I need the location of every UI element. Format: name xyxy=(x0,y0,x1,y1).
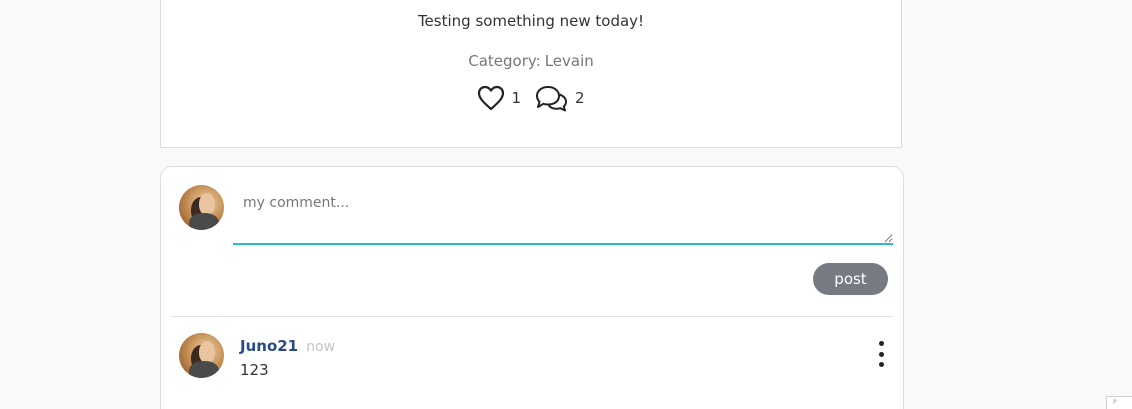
menu-dot xyxy=(878,351,884,357)
comments-count: 2 xyxy=(575,89,585,107)
heart-icon[interactable] xyxy=(477,85,505,111)
post-card: Testing something new today! Category: Le… xyxy=(160,0,902,148)
post-category: Category: Levain xyxy=(161,52,901,70)
divider xyxy=(171,316,893,317)
post-text: Testing something new today! xyxy=(417,12,645,30)
comment-avatar[interactable] xyxy=(179,333,224,378)
category-value: Levain xyxy=(544,52,594,70)
more-options-icon[interactable] xyxy=(873,341,889,367)
post-button[interactable]: post xyxy=(813,263,888,295)
comment-author-link[interactable]: Juno21 xyxy=(240,337,298,355)
post-stats: 1 2 xyxy=(161,84,901,112)
comment-header: Juno21 now xyxy=(240,337,335,355)
comments-stat[interactable]: 2 xyxy=(533,84,585,112)
comments-card: post Juno21 now 123 xyxy=(160,166,904,409)
comment-timestamp: now xyxy=(306,339,336,355)
avatar[interactable] xyxy=(179,185,224,230)
page: Testing something new today! Category: Le… xyxy=(0,0,1132,409)
category-label: Category: xyxy=(468,52,541,70)
comment-body: 123 xyxy=(240,361,269,379)
menu-dot xyxy=(878,362,884,367)
like-stat[interactable]: 1 xyxy=(477,85,533,111)
comment-input[interactable] xyxy=(233,189,893,245)
menu-dot xyxy=(878,341,884,346)
chat-bubbles-icon[interactable] xyxy=(533,84,569,112)
corner-badge[interactable]: P xyxy=(1106,396,1132,409)
likes-count: 1 xyxy=(511,89,521,107)
